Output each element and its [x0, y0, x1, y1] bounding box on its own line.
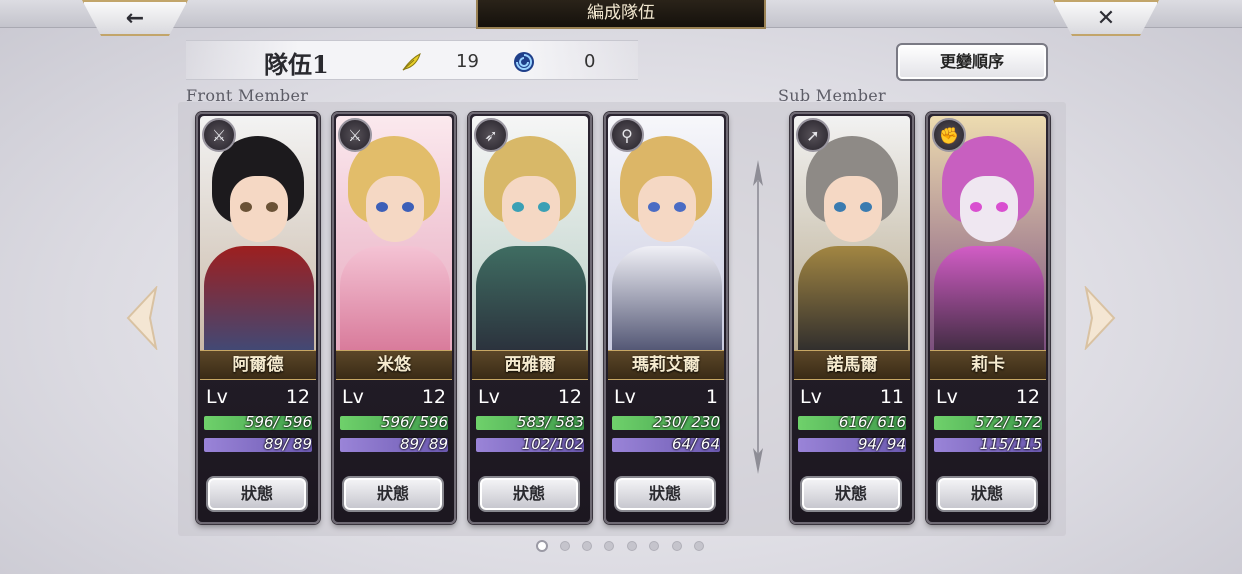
pagination-dots — [536, 540, 706, 552]
page-dot[interactable] — [604, 541, 614, 551]
bow-icon: ➶ — [474, 118, 508, 152]
member-card-front-3[interactable]: ➶ 西雅爾 Lv 12 583/ 583 102/102 狀態 — [468, 112, 592, 524]
member-card-front-2[interactable]: ⚔ 米悠 Lv 12 596/ 596 89/ 89 狀態 — [332, 112, 456, 524]
member-name: 西雅爾 — [472, 350, 588, 380]
page-dot[interactable] — [536, 540, 548, 552]
status-button[interactable]: 狀態 — [614, 476, 716, 512]
status-button[interactable]: 狀態 — [936, 476, 1038, 512]
level-row: Lv 12 — [936, 386, 1040, 410]
member-card-front-1[interactable]: ⚔ 阿爾德 Lv 12 596/ 596 89/ 89 狀態 — [196, 112, 320, 524]
member-divider — [753, 160, 763, 474]
level-label: Lv — [478, 386, 500, 408]
hp-value: 616/ 616 — [838, 413, 906, 431]
status-button[interactable]: 狀態 — [478, 476, 580, 512]
feather-icon — [402, 53, 421, 71]
hp-value: 583/ 583 — [516, 413, 584, 431]
hp-value: 572/ 572 — [974, 413, 1042, 431]
member-card-sub-2[interactable]: ✊ 莉卡 Lv 12 572/ 572 115/115 狀態 — [926, 112, 1050, 524]
member-card-sub-1[interactable]: ➚ 諾馬爾 Lv 11 616/ 616 94/ 94 狀態 — [790, 112, 914, 524]
close-button[interactable]: ✕ — [1053, 0, 1159, 36]
mp-value: 94/ 94 — [858, 435, 906, 453]
level-label: Lv — [936, 386, 958, 408]
next-page-arrow-icon[interactable] — [1082, 286, 1118, 350]
page-dot[interactable] — [649, 541, 659, 551]
fist-icon: ✊ — [932, 118, 966, 152]
mp-value: 115/115 — [979, 435, 1042, 453]
member-name: 諾馬爾 — [794, 350, 910, 380]
level-label: Lv — [800, 386, 822, 408]
level-row: Lv 11 — [800, 386, 904, 410]
team-header: 隊伍1 19 0 — [186, 40, 638, 80]
spear-icon: ➚ — [796, 118, 830, 152]
page-dot[interactable] — [672, 541, 682, 551]
back-button[interactable]: ← — [82, 0, 188, 36]
change-order-button[interactable]: 更變順序 — [896, 43, 1048, 81]
mp-value: 89/ 89 — [264, 435, 312, 453]
member-name: 米悠 — [336, 350, 452, 380]
hp-value: 230/ 230 — [652, 413, 720, 431]
member-name: 莉卡 — [930, 350, 1046, 380]
level-row: Lv 1 — [614, 386, 718, 410]
page-dot[interactable] — [694, 541, 704, 551]
mp-value: 64/ 64 — [672, 435, 720, 453]
swirl-icon — [514, 52, 534, 72]
page-dot[interactable] — [582, 541, 592, 551]
page-dot[interactable] — [560, 541, 570, 551]
status-button[interactable]: 狀態 — [206, 476, 308, 512]
member-name: 阿爾德 — [200, 350, 316, 380]
member-card-front-4[interactable]: ⚲ 瑪莉艾爾 Lv 1 230/ 230 64/ 64 狀態 — [604, 112, 728, 524]
level-value: 11 — [879, 386, 904, 408]
sword-icon: ⚔ — [338, 118, 372, 152]
level-row: Lv 12 — [478, 386, 582, 410]
level-value: 1 — [705, 386, 718, 408]
swirl-count: 0 — [584, 51, 596, 72]
hp-value: 596/ 596 — [380, 413, 448, 431]
level-row: Lv 12 — [342, 386, 446, 410]
level-label: Lv — [614, 386, 636, 408]
back-arrow-icon: ← — [125, 5, 145, 31]
previous-page-arrow-icon[interactable] — [124, 286, 160, 350]
page-dot[interactable] — [627, 541, 637, 551]
level-value: 12 — [1015, 386, 1040, 408]
feather-count: 19 — [456, 51, 479, 72]
hp-value: 596/ 596 — [244, 413, 312, 431]
close-icon: ✕ — [1096, 5, 1116, 31]
level-label: Lv — [206, 386, 228, 408]
sword-icon: ⚔ — [202, 118, 236, 152]
screen-title: 編成隊伍 — [476, 0, 766, 29]
member-name: 瑪莉艾爾 — [608, 350, 724, 380]
mp-value: 89/ 89 — [400, 435, 448, 453]
level-value: 12 — [557, 386, 582, 408]
level-value: 12 — [285, 386, 310, 408]
status-button[interactable]: 狀態 — [342, 476, 444, 512]
level-label: Lv — [342, 386, 364, 408]
team-name: 隊伍1 — [264, 50, 329, 79]
level-row: Lv 12 — [206, 386, 310, 410]
mp-value: 102/102 — [521, 435, 584, 453]
status-button[interactable]: 狀態 — [800, 476, 902, 512]
staff-icon: ⚲ — [610, 118, 644, 152]
level-value: 12 — [421, 386, 446, 408]
